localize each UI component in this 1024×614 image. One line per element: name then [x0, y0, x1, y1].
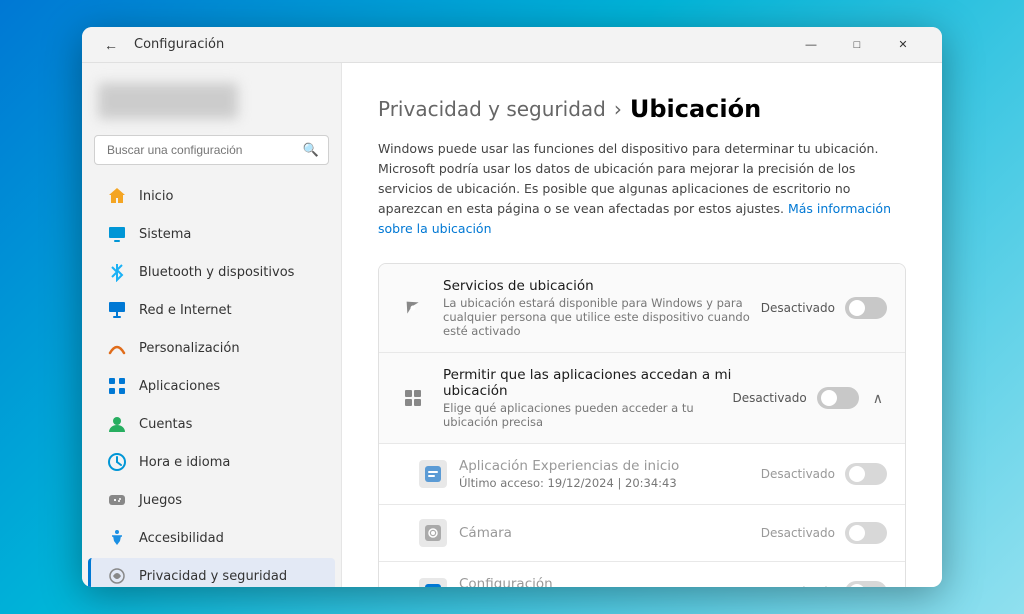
servicios-text: Servicios de ubicación La ubicación esta… — [443, 278, 761, 338]
camara-status: Desactivado — [761, 526, 835, 540]
breadcrumb-separator: › — [614, 97, 622, 121]
sidebar-item-personalizacion-label: Personalización — [139, 341, 240, 356]
minimize-button[interactable]: — — [788, 29, 834, 61]
camara-toggle[interactable] — [845, 522, 887, 544]
config-app-icon — [419, 578, 447, 587]
titlebar-left: ← Configuración — [98, 33, 224, 57]
breadcrumb: Privacidad y seguridad › Ubicación — [378, 95, 906, 123]
titlebar: ← Configuración — □ ✕ — [82, 27, 942, 63]
config-app-title: Configuración — [459, 576, 761, 587]
settings-window: ← Configuración — □ ✕ 🔍 — [82, 27, 942, 587]
games-icon — [107, 490, 127, 510]
sidebar-item-bluetooth[interactable]: Bluetooth y dispositivos — [88, 254, 335, 290]
sidebar-item-privacidad-label: Privacidad y seguridad — [139, 569, 287, 584]
servicios-title: Servicios de ubicación — [443, 278, 761, 294]
camara-app-icon — [419, 519, 447, 547]
titlebar-controls: — □ ✕ — [788, 29, 926, 61]
home-icon — [107, 186, 127, 206]
search-icon-button[interactable]: 🔍 — [301, 140, 321, 160]
avatar — [98, 83, 238, 119]
sidebar-item-aplicaciones-label: Aplicaciones — [139, 379, 220, 394]
search-input[interactable] — [94, 135, 329, 165]
personalization-icon — [107, 338, 127, 358]
sidebar-item-accesibilidad-label: Accesibilidad — [139, 531, 224, 546]
permisos-subtitle: Elige qué aplicaciones pueden acceder a … — [443, 401, 732, 429]
sidebar-item-cuentas-label: Cuentas — [139, 417, 192, 432]
sidebar-item-aplicaciones[interactable]: Aplicaciones — [88, 368, 335, 404]
experiencias-text: Aplicación Experiencias de inicio Último… — [459, 458, 761, 490]
sidebar-item-inicio-label: Inicio — [139, 189, 173, 204]
location-icon — [397, 292, 429, 324]
network-icon — [107, 300, 127, 320]
sidebar-item-juegos-label: Juegos — [139, 493, 182, 508]
sidebar-search-container: 🔍 — [94, 135, 329, 165]
servicios-status: Desactivado — [761, 301, 835, 315]
sidebar-profile — [82, 75, 341, 135]
back-button[interactable]: ← — [98, 33, 124, 57]
experiencias-app-icon — [419, 460, 447, 488]
sidebar-item-privacidad[interactable]: Privacidad y seguridad — [88, 558, 335, 587]
time-icon — [107, 452, 127, 472]
config-app-toggle[interactable] — [845, 581, 887, 587]
sidebar-item-cuentas[interactable]: Cuentas — [88, 406, 335, 442]
permisos-chevron[interactable]: ∧ — [869, 386, 887, 411]
sidebar-item-hora-label: Hora e idioma — [139, 455, 230, 470]
sidebar-item-red[interactable]: Red e Internet — [88, 292, 335, 328]
config-app-right: Desactivado — [761, 581, 887, 587]
camara-text: Cámara — [459, 525, 761, 541]
experiencias-toggle[interactable] — [845, 463, 887, 485]
config-app-text: Configuración Último acceso: 14/12/2024 … — [459, 576, 761, 587]
sidebar-item-bluetooth-label: Bluetooth y dispositivos — [139, 265, 294, 280]
titlebar-title: Configuración — [134, 37, 224, 52]
page-title: Ubicación — [630, 95, 761, 123]
system-icon — [107, 224, 127, 244]
sidebar-item-red-label: Red e Internet — [139, 303, 232, 318]
settings-card: Servicios de ubicación La ubicación esta… — [378, 263, 906, 587]
close-button[interactable]: ✕ — [880, 29, 926, 61]
sidebar-item-inicio[interactable]: Inicio — [88, 178, 335, 214]
experiencias-right: Desactivado — [761, 463, 887, 485]
setting-row-permisos: Permitir que las aplicaciones accedan a … — [379, 353, 905, 444]
servicios-right: Desactivado — [761, 297, 887, 319]
permisos-text: Permitir que las aplicaciones accedan a … — [443, 367, 732, 429]
permisos-toggle[interactable] — [817, 387, 859, 409]
setting-row-experiencias: Aplicación Experiencias de inicio Último… — [379, 444, 905, 505]
experiencias-status: Desactivado — [761, 467, 835, 481]
main-content: Privacidad y seguridad › Ubicación Windo… — [342, 63, 942, 587]
camara-title: Cámara — [459, 525, 761, 541]
sidebar-item-personalizacion[interactable]: Personalización — [88, 330, 335, 366]
page-description: Windows puede usar las funciones del dis… — [378, 139, 906, 239]
sidebar-item-hora[interactable]: Hora e idioma — [88, 444, 335, 480]
apps-icon — [107, 376, 127, 396]
permisos-status: Desactivado — [732, 391, 806, 405]
bluetooth-icon — [107, 262, 127, 282]
sidebar-item-juegos[interactable]: Juegos — [88, 482, 335, 518]
setting-row-servicios: Servicios de ubicación La ubicación esta… — [379, 264, 905, 353]
sidebar-item-sistema-label: Sistema — [139, 227, 191, 242]
config-app-status: Desactivado — [761, 585, 835, 587]
accessibility-icon — [107, 528, 127, 548]
camara-right: Desactivado — [761, 522, 887, 544]
content-area: 🔍 Inicio Sistema — [82, 63, 942, 587]
sidebar-item-accesibilidad[interactable]: Accesibilidad — [88, 520, 335, 556]
maximize-button[interactable]: □ — [834, 29, 880, 61]
experiencias-title: Aplicación Experiencias de inicio — [459, 458, 761, 474]
permisos-right: Desactivado ∧ — [732, 386, 887, 411]
privacy-icon — [107, 566, 127, 586]
setting-row-camara: Cámara Desactivado — [379, 505, 905, 562]
experiencias-subtitle: Último acceso: 19/12/2024 | 20:34:43 — [459, 476, 761, 490]
apps-location-icon — [397, 382, 429, 414]
sidebar: 🔍 Inicio Sistema — [82, 63, 342, 587]
permisos-title: Permitir que las aplicaciones accedan a … — [443, 367, 732, 399]
servicios-subtitle: La ubicación estará disponible para Wind… — [443, 296, 761, 338]
setting-row-config-app: Configuración Último acceso: 14/12/2024 … — [379, 562, 905, 587]
servicios-toggle[interactable] — [845, 297, 887, 319]
sidebar-item-sistema[interactable]: Sistema — [88, 216, 335, 252]
breadcrumb-parent: Privacidad y seguridad — [378, 97, 606, 121]
accounts-icon — [107, 414, 127, 434]
